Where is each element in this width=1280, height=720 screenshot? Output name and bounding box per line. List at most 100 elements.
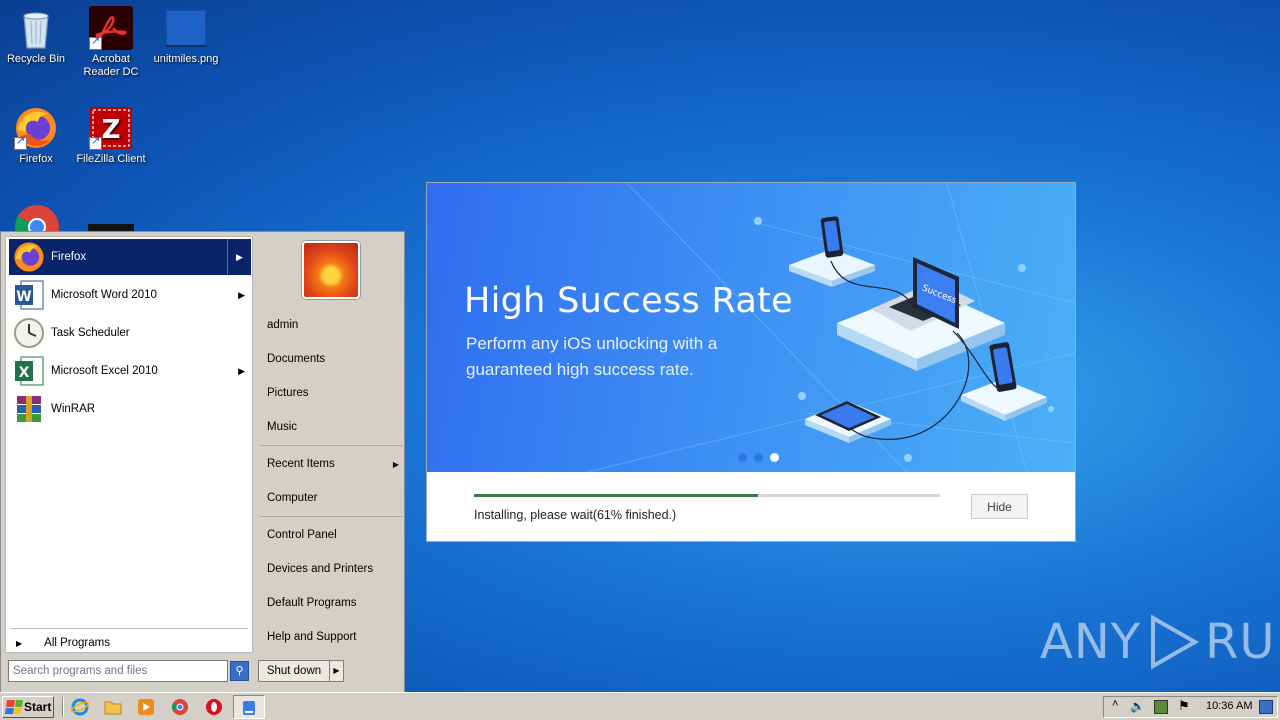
- firefox-icon: [14, 106, 58, 150]
- desktop-icon-chrome-partial[interactable]: [14, 204, 60, 231]
- triangle-right-icon: ▶: [16, 638, 23, 648]
- divider: [10, 628, 248, 629]
- network-icon[interactable]: [1154, 700, 1168, 714]
- start-button[interactable]: Start: [2, 696, 54, 718]
- svg-text:W: W: [16, 289, 31, 305]
- progress-bar: [474, 494, 940, 497]
- start-link-computer[interactable]: Computer: [267, 492, 318, 504]
- desktop-icon-label: Recycle Bin: [6, 53, 66, 65]
- promo-banner: Success High Success Rate Perform any iO…: [427, 183, 1075, 472]
- watermark-text-right: RUN: [1205, 614, 1280, 670]
- internet-explorer-icon[interactable]: [70, 698, 90, 716]
- svg-text:Z: Z: [102, 115, 121, 145]
- program-item-label: Task Scheduler: [51, 327, 130, 339]
- program-item-label: Firefox: [51, 251, 87, 263]
- svg-text:X: X: [19, 365, 30, 381]
- all-programs-label: All Programs: [44, 637, 110, 649]
- desktop-icon-black-partial[interactable]: [88, 224, 134, 231]
- desktop-icon-unitmiles[interactable]: unitmiles.png: [148, 6, 224, 66]
- program-item-label: WinRAR: [51, 403, 96, 415]
- firefox-icon: [13, 241, 45, 273]
- action-center-flag-icon[interactable]: ⚑: [1178, 698, 1190, 714]
- banner-subtitle: Perform any iOS unlocking with a guarant…: [466, 334, 718, 379]
- start-link-admin[interactable]: admin: [267, 319, 298, 331]
- progress-bar-fill: [474, 494, 759, 497]
- desktop-icon-recycle-bin[interactable]: Recycle Bin: [0, 6, 74, 66]
- carousel-dots: [738, 453, 779, 462]
- banner-title: High Success Rate: [464, 281, 793, 321]
- chrome-icon[interactable]: [171, 698, 189, 716]
- start-menu: Firefox ▶ W Microsoft Word 2010 ▶ Task S…: [0, 231, 405, 692]
- progress-status-text: Installing, please wait(61% finished.): [474, 508, 677, 522]
- carousel-dot[interactable]: [754, 453, 763, 462]
- program-item-firefox[interactable]: Firefox ▶: [9, 239, 251, 275]
- image-file-icon: [164, 6, 208, 50]
- winrar-icon: [13, 393, 45, 425]
- search-icon[interactable]: ⚲: [230, 661, 249, 681]
- folder-icon[interactable]: [104, 698, 122, 716]
- installer-app-icon: [243, 701, 255, 715]
- acrobat-icon: [89, 6, 133, 50]
- divider: [62, 697, 64, 717]
- user-avatar[interactable]: [302, 241, 360, 299]
- taskbar-item-installer[interactable]: [233, 695, 265, 719]
- desktop-icon-filezilla[interactable]: Z FileZilla Client: [73, 106, 149, 166]
- submenu-arrow-icon[interactable]: ▶: [227, 239, 251, 275]
- desktop-icon-label: FileZilla Client: [76, 153, 146, 165]
- start-link-music[interactable]: Music: [267, 421, 297, 433]
- volume-icon[interactable]: 🔈: [1130, 699, 1145, 713]
- start-link-control-panel[interactable]: Control Panel: [267, 529, 337, 541]
- desktop-icon-label: unitmiles.png: [153, 53, 219, 65]
- start-link-help-support[interactable]: Help and Support: [267, 631, 357, 643]
- program-item-label: Microsoft Word 2010: [51, 289, 157, 301]
- program-item-task-scheduler[interactable]: Task Scheduler: [9, 315, 251, 351]
- windows-logo-icon: [5, 700, 23, 714]
- carousel-dot[interactable]: [738, 453, 747, 462]
- shortcut-arrow-icon: [89, 35, 102, 50]
- shutdown-button[interactable]: Shut down ▶: [258, 660, 344, 682]
- program-item-label: Microsoft Excel 2010: [51, 365, 158, 377]
- program-item-word[interactable]: W Microsoft Word 2010 ▶: [9, 277, 251, 313]
- start-link-devices-printers[interactable]: Devices and Printers: [267, 563, 373, 575]
- divider: [260, 516, 403, 517]
- play-logo-icon: [1151, 614, 1200, 670]
- desktop-icon-firefox[interactable]: Firefox: [0, 106, 74, 166]
- start-link-pictures[interactable]: Pictures: [267, 387, 309, 399]
- recent-items-label: Recent Items: [267, 458, 335, 470]
- carousel-dot-active[interactable]: [770, 453, 779, 462]
- start-label: Start: [24, 700, 52, 714]
- desktop-icon-label: Firefox: [19, 153, 53, 165]
- start-menu-programs-pane: Firefox ▶ W Microsoft Word 2010 ▶ Task S…: [5, 236, 253, 653]
- anyrun-watermark: ANY RUN: [1040, 612, 1280, 672]
- submenu-arrow-icon: ▶: [238, 289, 245, 300]
- clock-icon: [13, 317, 45, 349]
- installer-window: Success High Success Rate Perform any iO…: [426, 182, 1076, 542]
- shortcut-arrow-icon: [89, 135, 102, 150]
- start-link-recent-items[interactable]: Recent Items ▶: [267, 458, 399, 470]
- show-hidden-icons-icon[interactable]: ˄: [1112, 698, 1118, 710]
- chrome-icon: [15, 205, 59, 231]
- all-programs-button[interactable]: ▶ All Programs: [16, 637, 110, 649]
- program-item-excel[interactable]: X Microsoft Excel 2010 ▶: [9, 353, 251, 389]
- word-icon: W: [13, 279, 45, 311]
- shutdown-label: Shut down: [266, 665, 322, 677]
- desktop-icon-acrobat[interactable]: Acrobat Reader DC: [73, 6, 149, 79]
- start-link-documents[interactable]: Documents: [267, 353, 325, 365]
- opera-icon[interactable]: [205, 698, 223, 716]
- show-desktop-icon[interactable]: [1259, 700, 1273, 714]
- hide-button[interactable]: Hide: [971, 494, 1028, 519]
- progress-area: Installing, please wait(61% finished.) H…: [427, 472, 1075, 541]
- desktop-icon-label: Acrobat Reader DC: [83, 53, 139, 78]
- watermark-text-left: ANY: [1040, 614, 1142, 670]
- excel-icon: X: [13, 355, 45, 387]
- submenu-arrow-icon: ▶: [392, 460, 399, 469]
- start-link-default-programs[interactable]: Default Programs: [267, 597, 356, 609]
- media-player-icon[interactable]: [137, 698, 155, 716]
- search-input[interactable]: [8, 660, 228, 682]
- program-item-winrar[interactable]: WinRAR: [9, 391, 251, 427]
- taskbar: Start ˄ 🔈 ⚑: [0, 692, 1280, 720]
- banner-illustration: Success: [586, 183, 1075, 472]
- shortcut-arrow-icon: [14, 135, 27, 150]
- taskbar-clock[interactable]: 10:36 AM: [1206, 700, 1252, 712]
- shutdown-options-arrow-icon[interactable]: ▶: [329, 661, 343, 681]
